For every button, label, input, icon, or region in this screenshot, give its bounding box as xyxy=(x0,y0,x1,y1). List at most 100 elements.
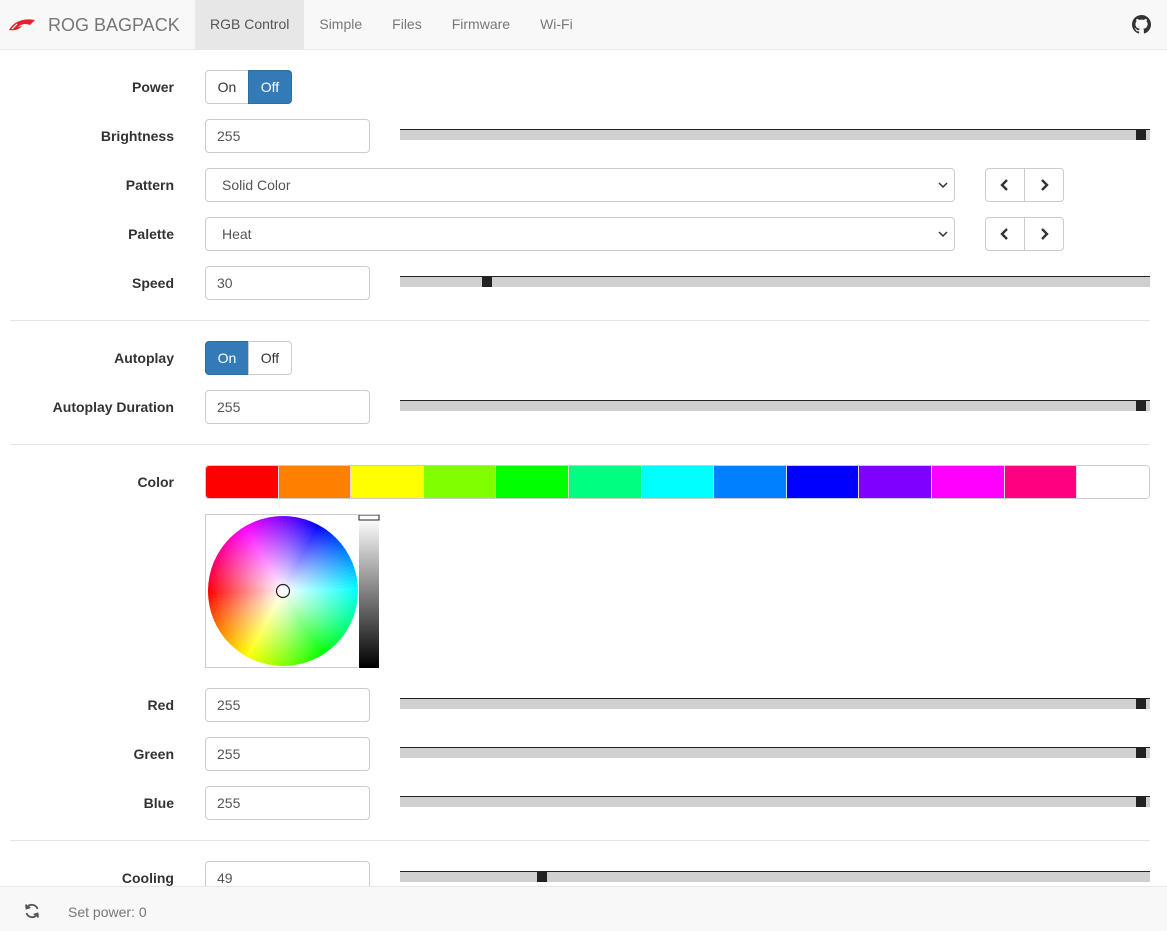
autoplay-row: Autoplay On Off xyxy=(0,341,1167,375)
color-picker[interactable] xyxy=(205,514,381,669)
color-swatch[interactable] xyxy=(278,466,352,498)
chevron-down-icon xyxy=(938,182,948,189)
divider xyxy=(10,840,1150,841)
green-label: Green xyxy=(133,746,174,762)
status-footer: Set power: 0 xyxy=(0,886,1167,931)
power-row: Power On Off xyxy=(0,70,1167,104)
color-swatch[interactable] xyxy=(714,466,787,498)
value-slider[interactable] xyxy=(359,518,379,668)
cooling-label: Cooling xyxy=(121,870,174,886)
color-wheel[interactable] xyxy=(206,515,381,669)
chevron-right-icon xyxy=(1041,228,1049,240)
pattern-select[interactable]: Solid Color xyxy=(205,168,955,202)
brightness-label: Brightness xyxy=(100,128,174,144)
color-swatch[interactable] xyxy=(351,466,424,498)
autoplay-toggle: On Off xyxy=(205,341,292,375)
power-label: Power xyxy=(131,79,174,95)
tab-wifi[interactable]: Wi-Fi xyxy=(525,0,588,50)
divider xyxy=(10,320,1150,321)
color-label: Color xyxy=(137,474,174,490)
green-slider-thumb[interactable] xyxy=(1136,748,1146,758)
color-swatch[interactable] xyxy=(641,466,715,498)
rgb-control-panel: Power On Off Brightness 255 Pattern Soli… xyxy=(0,50,1167,886)
green-input[interactable]: 255 xyxy=(205,737,370,771)
autoplay-duration-slider[interactable] xyxy=(400,391,1150,411)
brand[interactable]: ROG BAGPACK xyxy=(8,0,180,50)
speed-row: Speed 30 xyxy=(0,266,1167,300)
green-row: Green 255 xyxy=(0,737,1167,771)
color-swatch[interactable] xyxy=(1077,466,1149,498)
red-input[interactable]: 255 xyxy=(205,688,370,722)
navbar: ROG BAGPACK RGB Control Simple Files Fir… xyxy=(0,0,1167,50)
pattern-next-button[interactable] xyxy=(1024,168,1064,202)
power-off-button[interactable]: Off xyxy=(248,70,292,104)
value-slider-handle[interactable] xyxy=(358,515,380,521)
blue-slider-thumb[interactable] xyxy=(1136,797,1146,807)
red-slider[interactable] xyxy=(400,689,1150,709)
rog-eye-icon xyxy=(9,19,35,31)
chevron-left-icon xyxy=(1000,179,1008,191)
color-swatch[interactable] xyxy=(423,466,497,498)
color-swatches xyxy=(205,465,1150,499)
speed-input[interactable]: 30 xyxy=(205,266,370,300)
pattern-prev-button[interactable] xyxy=(985,168,1025,202)
chevron-left-icon xyxy=(1000,228,1008,240)
brightness-input[interactable]: 255 xyxy=(205,119,370,153)
pattern-nav xyxy=(985,168,1064,202)
red-label: Red xyxy=(147,697,174,713)
pattern-row: Pattern Solid Color xyxy=(0,168,1167,202)
autoplay-on-button[interactable]: On xyxy=(205,341,249,375)
power-toggle: On Off xyxy=(205,70,292,104)
color-swatch[interactable] xyxy=(932,466,1005,498)
speed-label: Speed xyxy=(131,275,174,291)
tab-firmware[interactable]: Firmware xyxy=(437,0,525,50)
palette-row: Palette Heat xyxy=(0,217,1167,251)
color-swatch[interactable] xyxy=(786,466,860,498)
blue-row: Blue 255 xyxy=(0,786,1167,820)
tab-simple[interactable]: Simple xyxy=(304,0,377,50)
palette-label: Palette xyxy=(128,226,174,242)
color-swatch[interactable] xyxy=(1004,466,1078,498)
blue-input[interactable]: 255 xyxy=(205,786,370,820)
color-swatch[interactable] xyxy=(206,466,279,498)
brightness-slider[interactable] xyxy=(400,120,1150,140)
autoplay-off-button[interactable]: Off xyxy=(248,341,292,375)
tab-rgb-control[interactable]: RGB Control xyxy=(195,0,305,50)
autoplay-duration-label: Autoplay Duration xyxy=(52,399,174,415)
cooling-slider[interactable] xyxy=(400,862,1150,882)
autoplay-duration-row: Autoplay Duration 255 xyxy=(0,390,1167,424)
palette-prev-button[interactable] xyxy=(985,217,1025,251)
pattern-select-value: Solid Color xyxy=(222,177,291,193)
cooling-row: Cooling 49 xyxy=(0,861,1167,886)
red-slider-thumb[interactable] xyxy=(1136,699,1146,709)
tab-files[interactable]: Files xyxy=(377,0,437,50)
cooling-input[interactable]: 49 xyxy=(205,861,370,886)
autoplay-duration-input[interactable]: 255 xyxy=(205,390,370,424)
brightness-slider-thumb[interactable] xyxy=(1136,130,1146,140)
chevron-down-icon xyxy=(938,231,948,238)
pattern-label: Pattern xyxy=(125,177,174,193)
brightness-row: Brightness 255 xyxy=(0,119,1167,153)
cooling-slider-thumb[interactable] xyxy=(537,872,548,882)
red-row: Red 255 xyxy=(0,688,1167,722)
autoplay-label: Autoplay xyxy=(114,350,174,366)
palette-next-button[interactable] xyxy=(1024,217,1064,251)
divider xyxy=(10,444,1150,445)
palette-nav xyxy=(985,217,1064,251)
blue-slider[interactable] xyxy=(400,787,1150,807)
blue-label: Blue xyxy=(143,795,174,811)
power-on-button[interactable]: On xyxy=(205,70,249,104)
color-swatch[interactable] xyxy=(859,466,933,498)
brand-title: ROG BAGPACK xyxy=(48,14,180,35)
speed-slider[interactable] xyxy=(400,267,1150,287)
autoplay-duration-slider-thumb[interactable] xyxy=(1136,401,1146,411)
status-text: Set power: 0 xyxy=(68,904,147,920)
color-swatch[interactable] xyxy=(569,466,642,498)
refresh-icon[interactable] xyxy=(24,903,40,919)
palette-select[interactable]: Heat xyxy=(205,217,955,251)
color-swatch[interactable] xyxy=(496,466,570,498)
github-icon[interactable] xyxy=(1132,15,1151,34)
chevron-right-icon xyxy=(1041,179,1049,191)
speed-slider-thumb[interactable] xyxy=(482,277,493,287)
green-slider[interactable] xyxy=(400,738,1150,758)
